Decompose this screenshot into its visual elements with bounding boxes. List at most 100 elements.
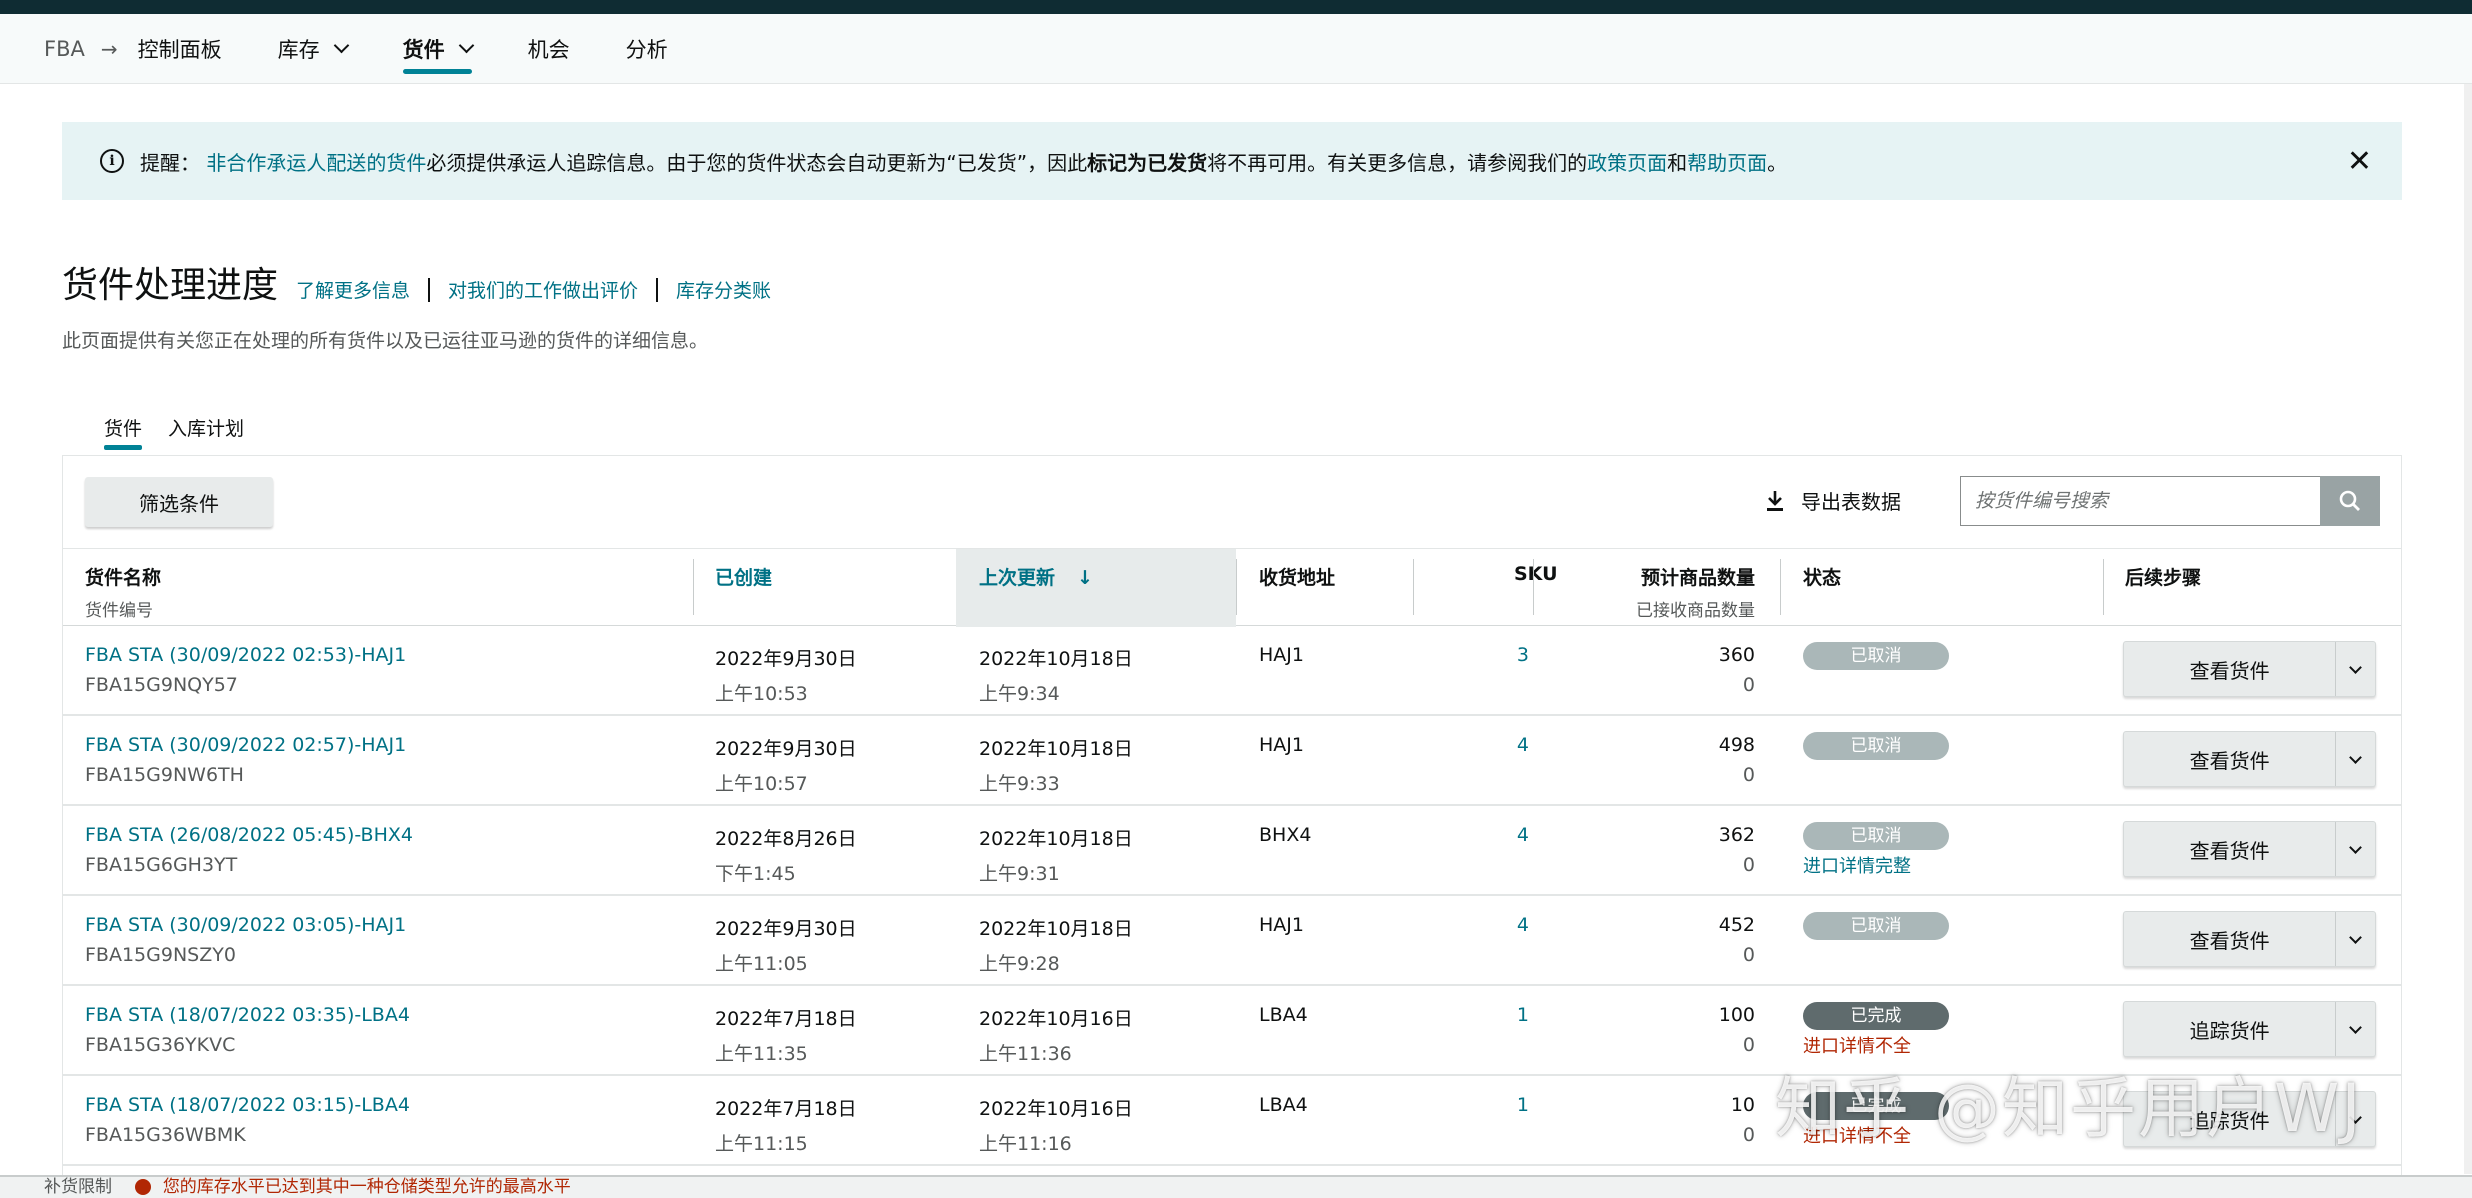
tab-inbound-plans[interactable]: 入库计划	[168, 414, 244, 450]
status-badge: 已取消	[1803, 822, 1949, 850]
nav-item-analytics[interactable]: 分析	[626, 14, 668, 84]
alert-text: 提醒： 非合作承运人配送的货件必须提供承运人追踪信息。由于您的货件状态会自动更新…	[140, 150, 1788, 175]
nav-fba-root[interactable]: FBA	[44, 37, 85, 61]
next-step-dropdown[interactable]	[2335, 1002, 2375, 1056]
nav-item-shipments[interactable]: 货件	[402, 14, 474, 84]
sku-count-link[interactable]: 3	[1499, 644, 1529, 666]
shipment-name-cell: FBA STA (26/08/2022 05:45)-BHX4 FBA15G6G…	[85, 824, 413, 876]
next-step-split-button: 查看货件	[2123, 911, 2376, 967]
column-divider	[1413, 559, 1414, 615]
shipment-name-link[interactable]: FBA STA (30/09/2022 03:05)-HAJ1	[85, 914, 406, 936]
shipment-name-link[interactable]: FBA STA (18/07/2022 03:15)-LBA4	[85, 1094, 410, 1116]
restock-limit-bar: 补货限制 您的库存水平已达到其中一种仓储类型允许的最高水平	[0, 1175, 2472, 1198]
tab-shipments[interactable]: 货件	[104, 414, 143, 450]
col-address: 收货地址	[1259, 567, 1336, 589]
page-scrollbar[interactable]	[2464, 84, 2472, 1174]
next-step-button[interactable]: 查看货件	[2124, 822, 2335, 876]
nav-item-dashboard[interactable]: 控制面板	[138, 14, 222, 84]
sku-count-link[interactable]: 4	[1499, 824, 1529, 846]
created-cell: 2022年9月30日 上午10:53	[715, 648, 857, 705]
column-divider	[1236, 559, 1237, 615]
shipment-name-link[interactable]: FBA STA (18/07/2022 03:35)-LBA4	[85, 1004, 410, 1026]
shipment-name-cell: FBA STA (30/09/2022 03:05)-HAJ1 FBA15G9N…	[85, 914, 406, 966]
next-step-button[interactable]: 追踪货件	[2124, 1002, 2335, 1056]
import-details-note[interactable]: 进口详情完整	[1803, 852, 1949, 878]
sku-count-link[interactable]: 4	[1499, 914, 1529, 936]
col-status: 状态	[1803, 567, 1842, 589]
table-row: FBA STA (30/09/2022 03:05)-HAJ1 FBA15G9N…	[63, 896, 2401, 986]
col-name: 货件名称 货件编号	[85, 567, 162, 621]
shipment-name-link[interactable]: FBA STA (26/08/2022 05:45)-BHX4	[85, 824, 413, 846]
export-button[interactable]: 导出表数据	[1763, 486, 1901, 515]
search-button[interactable]	[2320, 476, 2380, 526]
status-cell: 已取消	[1803, 642, 1949, 670]
table-header: 货件名称 货件编号 已创建 上次更新 ↓ 收货地址 SKU 预计商品数量 已接收商品数…	[63, 548, 2401, 627]
shipment-name-cell: FBA STA (30/09/2022 02:53)-HAJ1 FBA15G9N…	[85, 644, 406, 696]
shipment-id: FBA15G9NQY57	[85, 674, 238, 696]
next-step-button[interactable]: 查看货件	[2124, 912, 2335, 966]
quantity-cell: 100 0	[1718, 1004, 1755, 1056]
sku-count-link[interactable]: 4	[1499, 734, 1529, 756]
next-step-split-button: 查看货件	[2123, 821, 2376, 877]
address-cell: HAJ1	[1259, 644, 1304, 666]
shipment-name-cell: FBA STA (18/07/2022 03:35)-LBA4 FBA15G36…	[85, 1004, 410, 1056]
inventory-ledger-link[interactable]: 库存分类账	[676, 276, 771, 303]
address-cell: HAJ1	[1259, 734, 1304, 756]
learn-more-link[interactable]: 了解更多信息	[296, 276, 410, 303]
top-dark-bar	[0, 0, 2472, 14]
nav-item-inventory[interactable]: 库存	[278, 14, 349, 84]
updated-cell: 2022年10月16日 上午11:36	[979, 1008, 1133, 1065]
next-step-dropdown[interactable]	[2335, 642, 2375, 696]
next-step-button[interactable]: 查看货件	[2124, 642, 2335, 696]
updated-cell: 2022年10月16日 上午11:16	[979, 1098, 1133, 1155]
next-step-dropdown[interactable]	[2335, 912, 2375, 966]
alert-link-policy[interactable]: 政策页面	[1587, 151, 1667, 175]
info-icon: i	[100, 149, 124, 173]
chevron-down-icon	[2349, 750, 2363, 764]
col-next-steps: 后续步骤	[2125, 567, 2202, 589]
updated-cell: 2022年10月18日 上午9:34	[979, 648, 1133, 705]
search-input[interactable]	[1960, 476, 2320, 526]
col-created[interactable]: 已创建	[715, 563, 772, 590]
status-cell: 已取消	[1803, 912, 1949, 940]
created-cell: 2022年9月30日 上午10:57	[715, 738, 857, 795]
next-step-dropdown[interactable]	[2335, 822, 2375, 876]
filter-button[interactable]: 筛选条件	[85, 477, 273, 527]
status-cell: 已取消 进口详情完整	[1803, 822, 1949, 878]
address-cell: BHX4	[1259, 824, 1312, 846]
table-toolbar: 筛选条件 导出表数据	[63, 456, 2401, 548]
col-updated[interactable]: 上次更新 ↓	[979, 563, 1093, 590]
alert-link-help[interactable]: 帮助页面	[1687, 151, 1767, 175]
feedback-link[interactable]: 对我们的工作做出评价	[448, 276, 638, 303]
main-nav: FBA → 控制面板 库存 货件 机会 分析	[0, 14, 2472, 84]
created-cell: 2022年7月18日 上午11:15	[715, 1098, 857, 1155]
shipment-name-link[interactable]: FBA STA (30/09/2022 02:57)-HAJ1	[85, 734, 406, 756]
address-cell: LBA4	[1259, 1094, 1308, 1116]
status-cell: 已取消	[1803, 732, 1949, 760]
quantity-cell: 10 0	[1730, 1094, 1755, 1146]
shipment-id: FBA15G36YKVC	[85, 1034, 236, 1056]
quantity-cell: 452 0	[1718, 914, 1755, 966]
alert-link-noncarrier[interactable]: 非合作承运人配送的货件	[206, 151, 426, 175]
updated-cell: 2022年10月18日 上午9:33	[979, 738, 1133, 795]
created-cell: 2022年9月30日 上午11:05	[715, 918, 857, 975]
shipment-id: FBA15G6GH3YT	[85, 854, 238, 876]
warning-icon	[135, 1179, 152, 1195]
table-row: FBA STA (30/09/2022 02:53)-HAJ1 FBA15G9N…	[63, 626, 2401, 716]
column-divider	[1533, 559, 1534, 615]
sku-count-link[interactable]: 1	[1499, 1004, 1529, 1026]
col-quantity: 预计商品数量 已接收商品数量	[1636, 567, 1755, 621]
close-icon[interactable]: ✕	[2347, 144, 2372, 179]
nav-item-opportunities[interactable]: 机会	[528, 14, 570, 84]
col-sku: SKU	[1514, 563, 1558, 585]
next-step-dropdown[interactable]	[2335, 732, 2375, 786]
shipment-id: FBA15G9NSZY0	[85, 944, 236, 966]
shipment-name-link[interactable]: FBA STA (30/09/2022 02:53)-HAJ1	[85, 644, 406, 666]
chevron-down-icon	[2349, 1020, 2363, 1034]
updated-cell: 2022年10月18日 上午9:31	[979, 828, 1133, 885]
arrow-down-icon: ↓	[1077, 567, 1093, 589]
page-header: 货件处理进度 了解更多信息 对我们的工作做出评价 库存分类账	[62, 256, 771, 308]
chevron-down-icon	[458, 37, 474, 54]
sku-count-link[interactable]: 1	[1499, 1094, 1529, 1116]
next-step-button[interactable]: 查看货件	[2124, 732, 2335, 786]
